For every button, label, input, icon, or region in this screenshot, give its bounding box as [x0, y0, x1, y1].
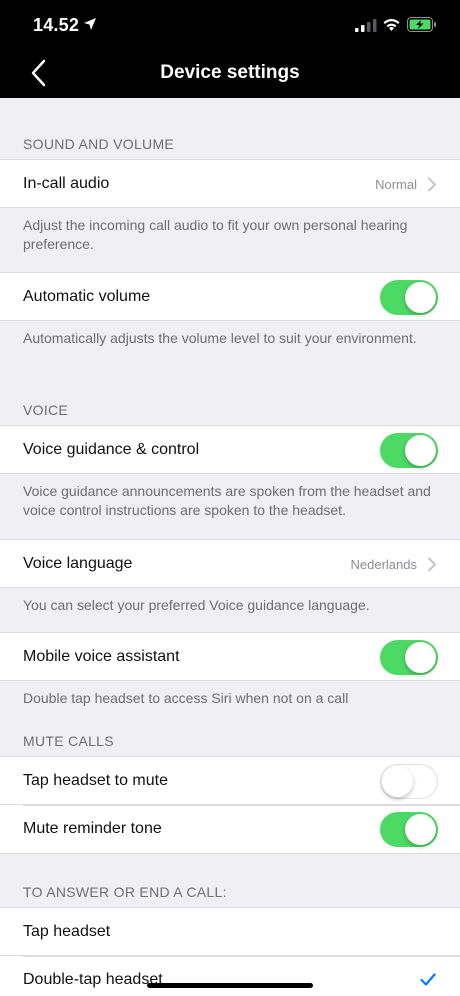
signal-icon [355, 19, 377, 32]
in-call-audio-value: Normal [375, 177, 417, 192]
wifi-icon [383, 18, 400, 31]
in-call-audio-note: Adjust the incoming call audio to fit yo… [23, 217, 408, 252]
tap-to-mute-toggle[interactable] [380, 764, 438, 799]
voice-language-label: Voice language [23, 555, 133, 572]
chevron-right-icon [428, 557, 436, 572]
voice-language-value: Nederlands [350, 557, 418, 572]
checkmark-icon [420, 973, 436, 986]
section-header-voice: VOICE [23, 402, 69, 418]
voice-guidance-toggle[interactable] [380, 433, 438, 468]
toggle-knob [405, 814, 436, 845]
mobile-voice-assistant-label: Mobile voice assistant [23, 648, 180, 665]
section-header-sound: SOUND AND VOLUME [23, 136, 175, 152]
status-time: 14.52 [33, 15, 80, 35]
in-call-audio-label: In-call audio [23, 175, 110, 192]
tap-headset-option[interactable]: Tap headset [0, 907, 460, 956]
battery-charging-icon [407, 17, 436, 32]
toggle-knob [405, 282, 436, 313]
in-call-audio-row[interactable]: In-call audio Normal [0, 159, 460, 208]
navigation-bar: 14.52 Device settings [0, 0, 460, 98]
mute-reminder-row: Mute reminder tone [0, 805, 460, 854]
automatic-volume-note: Automatically adjusts the volume level t… [23, 330, 417, 346]
toggle-knob [382, 766, 413, 797]
voice-language-note: You can select your preferred Voice guid… [23, 597, 370, 613]
row-divider [23, 805, 460, 806]
chevron-right-icon [428, 177, 436, 192]
voice-language-row[interactable]: Voice language Nederlands [0, 539, 460, 588]
double-tap-headset-option[interactable]: Double-tap headset [0, 956, 460, 996]
toggle-knob [405, 435, 436, 466]
tap-to-mute-label: Tap headset to mute [23, 772, 168, 789]
mute-reminder-toggle[interactable] [380, 812, 438, 847]
location-arrow-icon [84, 18, 96, 30]
voice-guidance-label: Voice guidance & control [23, 441, 200, 458]
voice-guidance-note: Voice guidance announcements are spoken … [23, 483, 431, 518]
tap-to-mute-row: Tap headset to mute [0, 756, 460, 805]
automatic-volume-label: Automatic volume [23, 288, 151, 305]
section-header-mute: MUTE CALLS [23, 733, 114, 749]
page-title: Device settings [160, 62, 300, 83]
toggle-knob [405, 642, 436, 673]
section-header-answer: TO ANSWER OR END A CALL: [23, 884, 227, 900]
mobile-voice-assistant-toggle[interactable] [380, 640, 438, 675]
home-indicator [147, 983, 313, 988]
mute-reminder-label: Mute reminder tone [23, 820, 162, 837]
tap-headset-label: Tap headset [23, 923, 111, 940]
mobile-voice-assistant-row: Mobile voice assistant [0, 632, 460, 681]
double-tap-headset-label: Double-tap headset [23, 971, 163, 988]
voice-guidance-row: Voice guidance & control [0, 425, 460, 474]
mobile-voice-assistant-note: Double tap headset to access Siri when n… [23, 690, 349, 706]
row-divider [23, 956, 460, 957]
automatic-volume-row: Automatic volume [0, 272, 460, 321]
automatic-volume-toggle[interactable] [380, 280, 438, 315]
